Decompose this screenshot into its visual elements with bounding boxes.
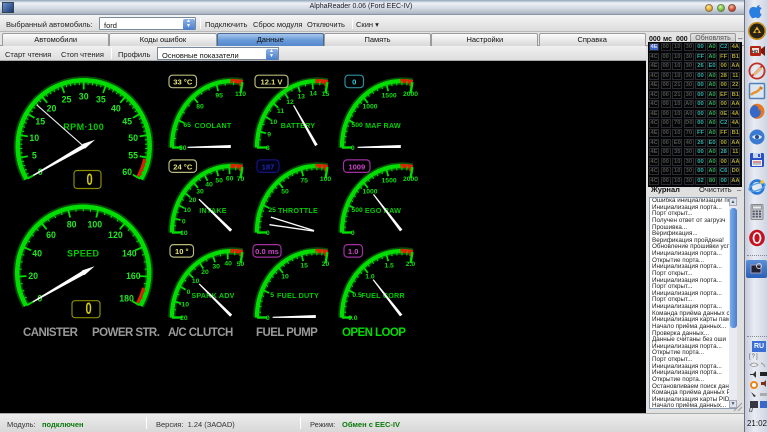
svg-text:140: 140: [122, 248, 137, 258]
svg-text:110: 110: [235, 91, 246, 98]
svg-text:100: 100: [320, 176, 332, 183]
svg-text:10: 10: [270, 119, 278, 126]
svg-text:15: 15: [300, 262, 308, 269]
svg-text:12.1 V: 12.1 V: [261, 78, 284, 87]
svg-text:45: 45: [122, 117, 132, 127]
svg-text:0: 0: [351, 145, 355, 152]
svg-text:30: 30: [212, 263, 220, 270]
svg-text:0: 0: [266, 315, 270, 322]
svg-text:THROTTLE: THROTTLE: [278, 206, 318, 215]
svg-text:65: 65: [183, 122, 191, 129]
svg-text:10: 10: [192, 278, 200, 285]
svg-text:FUEL PUMP: FUEL PUMP: [256, 327, 318, 339]
svg-text:FUEL DUTY: FUEL DUTY: [277, 291, 319, 300]
svg-text:120: 120: [108, 230, 123, 240]
svg-text:50: 50: [215, 177, 223, 184]
svg-text:15: 15: [35, 117, 45, 127]
svg-text:25: 25: [62, 95, 72, 105]
svg-text:0: 0: [352, 78, 356, 87]
svg-text:40: 40: [205, 182, 213, 189]
svg-text:25: 25: [268, 207, 276, 214]
svg-text:160: 160: [126, 271, 141, 281]
svg-text:HD: HD: [752, 49, 759, 54]
svg-text:15: 15: [322, 91, 330, 98]
svg-text:8: 8: [266, 145, 270, 152]
svg-text:50: 50: [179, 145, 187, 152]
svg-text:70: 70: [237, 176, 245, 183]
svg-text:CANISTER: CANISTER: [23, 327, 79, 339]
svg-text:POWER STR.: POWER STR.: [92, 327, 160, 339]
svg-text:60: 60: [226, 175, 234, 182]
svg-text:2000: 2000: [403, 91, 418, 98]
svg-text:12: 12: [286, 99, 294, 106]
svg-text:30: 30: [79, 92, 89, 102]
svg-text:1500: 1500: [382, 92, 397, 99]
svg-text:30: 30: [196, 188, 204, 195]
svg-text:0.0 ms: 0.0 ms: [255, 247, 279, 256]
svg-text:10: 10: [29, 133, 39, 143]
svg-text:0: 0: [182, 218, 186, 225]
svg-text:MAF RAW: MAF RAW: [365, 121, 401, 130]
svg-text:40: 40: [224, 261, 232, 268]
svg-text:1.0: 1.0: [348, 247, 359, 256]
svg-text:1009: 1009: [348, 162, 365, 171]
svg-text:60: 60: [122, 167, 132, 177]
svg-text:100: 100: [87, 220, 102, 230]
svg-text:10 °: 10 °: [175, 247, 189, 256]
svg-text:24 °C: 24 °C: [173, 162, 193, 171]
svg-text:500: 500: [351, 207, 363, 214]
svg-text:180: 180: [119, 293, 134, 303]
svg-text:75: 75: [300, 177, 308, 184]
svg-text:50: 50: [281, 188, 289, 195]
svg-text:20: 20: [47, 103, 57, 113]
svg-text:0.0: 0.0: [348, 315, 358, 322]
svg-text:0: 0: [187, 289, 191, 296]
svg-text:1000: 1000: [362, 188, 377, 195]
svg-text:0: 0: [87, 170, 93, 189]
svg-text:33 °C: 33 °C: [173, 78, 193, 87]
svg-text:RPM·100: RPM·100: [63, 122, 104, 132]
svg-text:500: 500: [351, 122, 363, 129]
svg-text:9: 9: [267, 132, 271, 139]
svg-text:OPEN LOOP: OPEN LOOP: [342, 327, 406, 339]
svg-text:0: 0: [266, 230, 270, 237]
svg-text:35: 35: [96, 95, 106, 105]
svg-text:0: 0: [351, 230, 355, 237]
svg-text:1500: 1500: [382, 177, 397, 184]
svg-text:187: 187: [262, 162, 275, 171]
svg-text:5: 5: [270, 292, 274, 299]
svg-text:SPEED: SPEED: [67, 248, 100, 258]
svg-text:14: 14: [309, 91, 317, 98]
svg-text:80: 80: [67, 220, 77, 230]
svg-text:1.5: 1.5: [384, 262, 394, 269]
svg-text:50: 50: [237, 261, 245, 268]
svg-text:1.0: 1.0: [365, 273, 375, 280]
svg-text:40: 40: [111, 103, 121, 113]
svg-text:13: 13: [297, 93, 305, 100]
svg-text:20: 20: [201, 269, 209, 276]
svg-text:11: 11: [277, 108, 284, 115]
svg-text:BATTERY: BATTERY: [281, 121, 316, 130]
svg-text:55: 55: [128, 151, 138, 161]
svg-text:2.0: 2.0: [406, 261, 416, 268]
svg-text:50: 50: [128, 133, 138, 143]
svg-text:COOLANT: COOLANT: [195, 121, 232, 130]
svg-text:60: 60: [46, 230, 56, 240]
svg-text:-10: -10: [179, 302, 189, 309]
svg-text:80: 80: [196, 103, 204, 110]
svg-text:95: 95: [215, 92, 223, 99]
svg-text:-20: -20: [178, 315, 188, 322]
svg-text:10: 10: [281, 273, 289, 280]
svg-text:-10: -10: [178, 230, 188, 237]
svg-text:20: 20: [189, 197, 197, 204]
svg-text:20: 20: [28, 271, 38, 281]
svg-text:40: 40: [32, 248, 42, 258]
svg-text:A/C CLUTCH: A/C CLUTCH: [168, 327, 233, 339]
svg-text:20: 20: [322, 261, 330, 268]
svg-text:1000: 1000: [362, 103, 377, 110]
svg-text:10: 10: [183, 207, 191, 214]
svg-text:0: 0: [86, 299, 92, 318]
svg-text:5: 5: [32, 151, 37, 161]
svg-text:2000: 2000: [403, 176, 418, 183]
